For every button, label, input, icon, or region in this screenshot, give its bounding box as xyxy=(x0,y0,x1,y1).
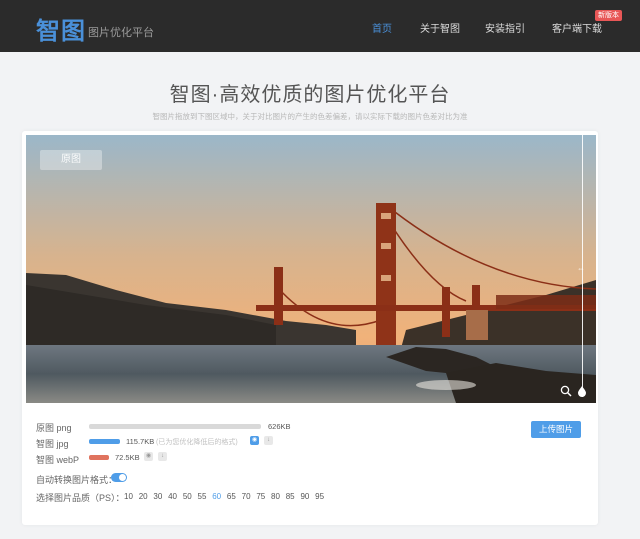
jpg-size: 115.7KB xyxy=(126,437,155,446)
quality-label: 选择图片品质（PS）： xyxy=(36,493,125,503)
quality-option-90[interactable]: 90 xyxy=(300,492,309,501)
quality-option-40[interactable]: 40 xyxy=(168,492,177,501)
webp-eye-icon[interactable]: ◉ xyxy=(144,452,153,461)
png-size: 626KB xyxy=(268,422,291,431)
new-version-badge: 新版本 xyxy=(595,10,622,21)
download-icon[interactable]: ↓ xyxy=(264,436,273,445)
jpg-note: (已为您优化降低后的格式) xyxy=(156,439,238,446)
nav-home[interactable]: 首页 xyxy=(372,20,392,35)
quality-option-95[interactable]: 95 xyxy=(315,492,324,501)
quality-option-60[interactable]: 60 xyxy=(212,492,221,501)
quality-option-30[interactable]: 30 xyxy=(153,492,162,501)
auto-convert-label: 自动转换图片格式： xyxy=(36,475,118,485)
webp-size-bar xyxy=(89,455,109,460)
auto-convert-toggle[interactable] xyxy=(111,473,127,482)
preview-image[interactable] xyxy=(26,135,596,403)
quality-option-80[interactable]: 80 xyxy=(271,492,280,501)
upload-image-button[interactable]: 上传图片 xyxy=(531,421,581,438)
webp-label: 智图 webP xyxy=(36,455,80,465)
nav-about[interactable]: 关于智图 xyxy=(420,20,460,35)
nav-client-download[interactable]: 客户端下载 xyxy=(552,20,602,35)
quality-options: 10 20 30 40 50 55 60 65 70 75 80 85 90 95 xyxy=(124,492,330,501)
zoom-icon[interactable] xyxy=(560,385,572,397)
drag-handle-icon[interactable]: ⇔ xyxy=(577,264,585,273)
original-image-tag: 原图 xyxy=(40,150,102,170)
water-drop-icon[interactable] xyxy=(576,385,588,397)
page-title: 智图·高效优质的图片优化平台 xyxy=(169,84,451,106)
quality-option-85[interactable]: 85 xyxy=(286,492,295,501)
jpg-label: 智图 jpg xyxy=(36,439,69,449)
logo-subtitle: 图片优化平台 xyxy=(88,27,154,39)
webp-size: 72.5KB xyxy=(115,453,140,462)
quality-option-65[interactable]: 65 xyxy=(227,492,236,501)
quality-option-10[interactable]: 10 xyxy=(124,492,133,501)
png-size-bar xyxy=(89,424,261,429)
eye-icon[interactable]: ◉ xyxy=(250,436,259,445)
quality-option-55[interactable]: 55 xyxy=(198,492,207,501)
quality-option-20[interactable]: 20 xyxy=(139,492,148,501)
site-logo[interactable]: 智图 xyxy=(36,11,86,46)
quality-option-75[interactable]: 75 xyxy=(256,492,265,501)
top-navigation-bar: 智图 图片优化平台 首页 关于智图 安装指引 客户端下载 新版本 xyxy=(0,0,640,52)
bridge-photo-illustration xyxy=(26,135,596,403)
jpg-size-bar xyxy=(89,439,120,444)
page-subtitle: 智图片拖放到下图区域中，关于对比图片的产生的色差偏差，请以实际下载的图片色差对比… xyxy=(152,112,468,121)
quality-option-70[interactable]: 70 xyxy=(242,492,251,501)
webp-download-icon[interactable]: ↓ xyxy=(158,452,167,461)
quality-option-50[interactable]: 50 xyxy=(183,492,192,501)
nav-install-guide[interactable]: 安装指引 xyxy=(485,20,525,35)
png-label: 原图 png xyxy=(36,423,72,433)
